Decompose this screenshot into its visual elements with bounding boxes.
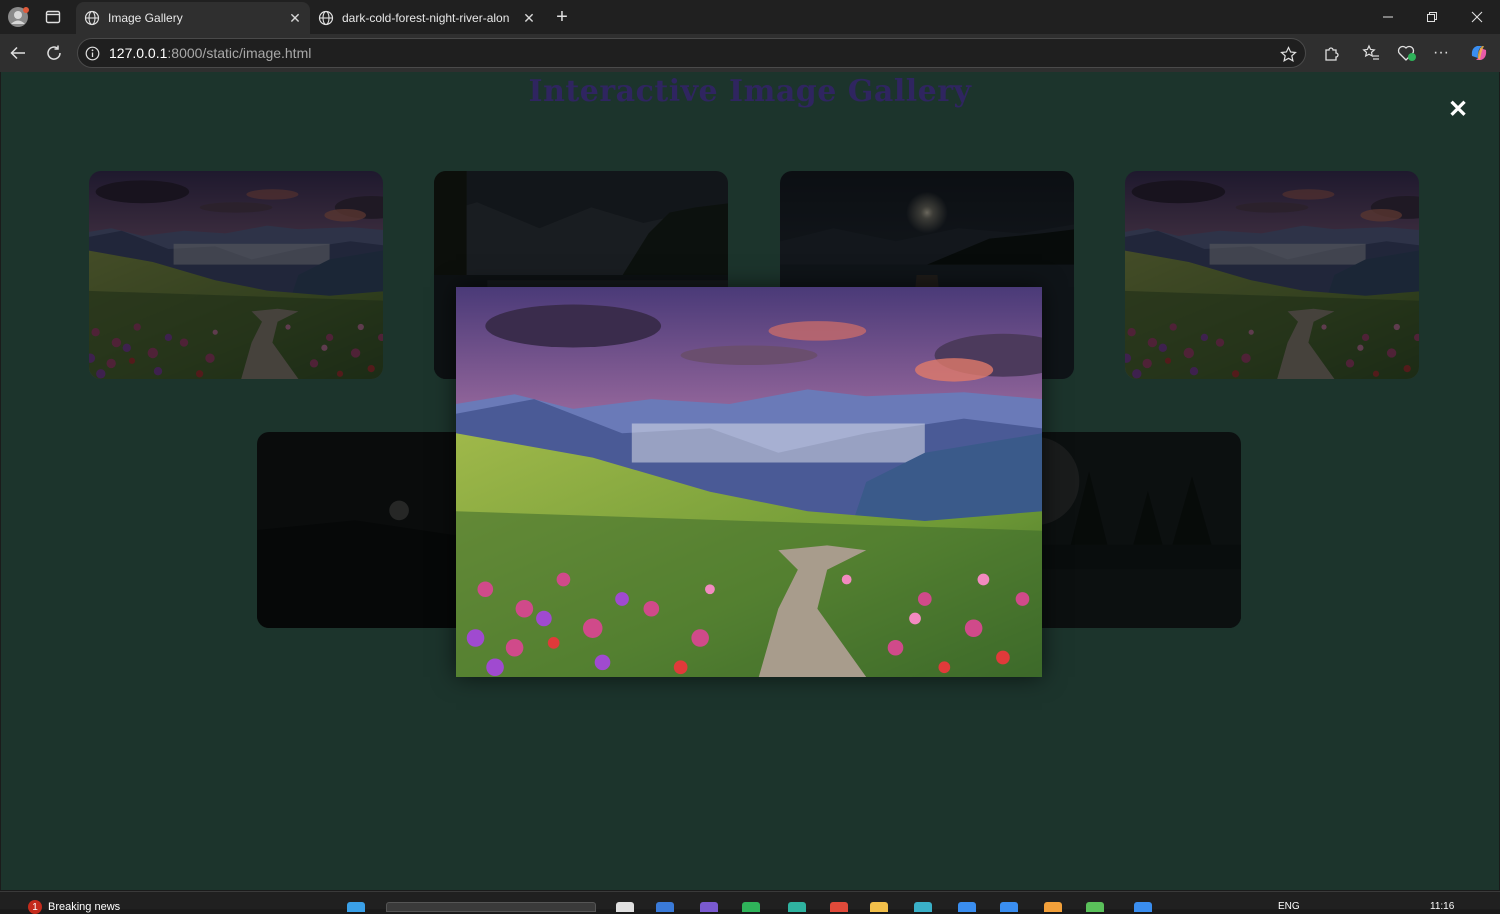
gallery-page: Interactive Image Gallery ✕: [1, 72, 1499, 890]
tab-forest-river[interactable]: dark-cold-forest-night-river-alon ✕: [310, 2, 544, 34]
lightbox-enlarged-image[interactable]: [456, 287, 1042, 677]
news-widget-label[interactable]: Breaking news: [48, 901, 120, 913]
teams-icon[interactable]: [700, 902, 718, 912]
globe-icon: [84, 10, 100, 26]
globe-icon: [318, 10, 334, 26]
profile-avatar-icon[interactable]: [4, 4, 32, 30]
tab-title: dark-cold-forest-night-river-alon: [342, 11, 510, 25]
task-view-icon[interactable]: [616, 902, 634, 912]
close-window-icon[interactable]: [1463, 4, 1491, 30]
tab-title: Image Gallery: [108, 11, 183, 25]
close-tab-icon[interactable]: ✕: [284, 7, 306, 29]
app-icon[interactable]: [830, 902, 848, 912]
gallery-image-1[interactable]: [89, 171, 383, 379]
chrome-icon[interactable]: [742, 902, 760, 912]
app-icon-4[interactable]: [1134, 902, 1152, 912]
gallery-image-4[interactable]: [1125, 171, 1419, 379]
copilot-icon[interactable]: [1465, 39, 1493, 67]
vertical-tabs-icon[interactable]: [40, 4, 66, 30]
system-clock[interactable]: 11:16: [1430, 901, 1454, 912]
language-indicator[interactable]: ENG: [1278, 901, 1300, 912]
close-tab-icon[interactable]: ✕: [518, 7, 540, 29]
restore-window-icon[interactable]: [1418, 4, 1446, 30]
news-count-badge: 1: [28, 900, 42, 914]
back-arrow-icon[interactable]: [4, 39, 32, 67]
favorite-star-icon[interactable]: [1278, 44, 1298, 64]
whatsapp-icon[interactable]: [788, 902, 806, 912]
taskbar-search-box[interactable]: [386, 902, 596, 912]
page-title: Interactive Image Gallery: [528, 74, 972, 109]
favorites-list-icon[interactable]: [1357, 39, 1385, 67]
reload-icon[interactable]: [40, 39, 68, 67]
browser-active-icon[interactable]: [914, 902, 932, 912]
address-bar[interactable]: 127.0.0.1:8000/static/image.html: [77, 38, 1306, 68]
url-text: 127.0.0.1:8000/static/image.html: [109, 45, 312, 61]
site-info-icon[interactable]: [84, 45, 100, 61]
more-menu-icon[interactable]: ···: [1427, 39, 1455, 67]
browser-toolbar: 127.0.0.1:8000/static/image.html ···: [0, 34, 1500, 72]
start-windows-icon[interactable]: [347, 902, 365, 912]
extensions-icon[interactable]: [1318, 39, 1346, 67]
browser-essentials-heart-icon[interactable]: [1393, 39, 1421, 67]
vscode-icon[interactable]: [1000, 902, 1018, 912]
minimize-window-icon[interactable]: [1374, 4, 1402, 30]
browser-tab-strip: Image Gallery ✕ dark-cold-forest-night-r…: [0, 0, 1500, 34]
new-tab-plus-icon[interactable]: +: [549, 4, 575, 30]
file-explorer-icon[interactable]: [870, 902, 888, 912]
app-icon-2[interactable]: [1044, 902, 1062, 912]
lightbox-close-icon[interactable]: ✕: [1446, 96, 1470, 123]
app-icon-3[interactable]: [1086, 902, 1104, 912]
edge-icon[interactable]: [656, 902, 674, 912]
tab-image-gallery[interactable]: Image Gallery ✕: [76, 2, 310, 34]
os-taskbar: 1 Breaking news ENG 11:16: [0, 891, 1500, 914]
store-icon[interactable]: [958, 902, 976, 912]
